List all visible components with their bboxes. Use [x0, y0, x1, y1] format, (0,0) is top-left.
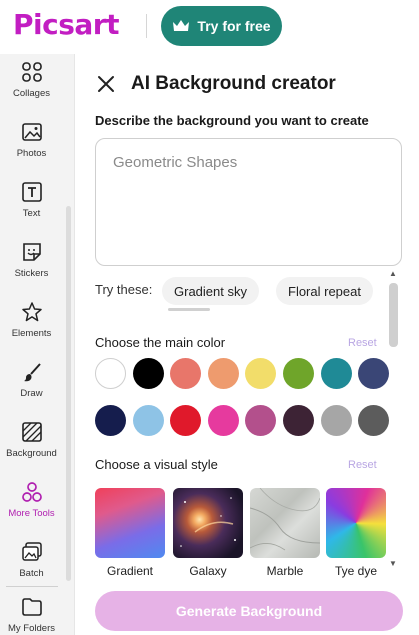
- color-swatch[interactable]: [95, 358, 126, 389]
- sidebar-divider: [6, 586, 58, 587]
- color-swatch[interactable]: [207, 405, 239, 436]
- color-swatch[interactable]: [132, 405, 164, 436]
- color-swatch[interactable]: [320, 405, 352, 436]
- color-swatch[interactable]: [170, 358, 202, 389]
- scroll-down-arrow[interactable]: ▼: [389, 559, 397, 568]
- sidebar-item-batch[interactable]: Batch: [0, 540, 63, 600]
- stickers-icon: [20, 240, 44, 264]
- draw-icon: [20, 360, 44, 384]
- sidebar: Collages Photos Text Stickers Elements D…: [0, 54, 75, 635]
- color-swatch[interactable]: [245, 405, 277, 436]
- folder-icon: [20, 595, 44, 619]
- chips-scrollbar[interactable]: [168, 308, 210, 311]
- collages-icon: [20, 60, 44, 84]
- color-swatch[interactable]: [358, 405, 390, 436]
- ai-background-panel: AI Background creator Describe the backg…: [76, 54, 419, 635]
- text-icon: [20, 180, 44, 204]
- elements-icon: [20, 300, 44, 324]
- sidebar-item-label: Stickers: [14, 268, 49, 279]
- header-divider: [146, 14, 147, 38]
- sidebar-item-label: Batch: [19, 568, 44, 579]
- photos-icon: [20, 120, 44, 144]
- suggestion-chip-gradient-sky[interactable]: Gradient sky: [162, 277, 259, 305]
- sidebar-item-background[interactable]: Background: [0, 420, 63, 480]
- style-label-tye-dye: Tye dye: [334, 564, 378, 578]
- style-card-marble[interactable]: [250, 488, 320, 558]
- color-swatch[interactable]: [358, 358, 390, 389]
- panel-scrollbar-thumb[interactable]: [389, 283, 398, 347]
- sidebar-item-photos[interactable]: Photos: [0, 120, 63, 180]
- style-section-label: Choose a visual style: [95, 457, 218, 472]
- sidebar-item-label: Elements: [11, 328, 52, 339]
- color-swatch[interactable]: [95, 405, 126, 436]
- color-swatch[interactable]: [170, 405, 202, 436]
- describe-label: Describe the background you want to crea…: [95, 113, 369, 128]
- marble-veins: [250, 488, 320, 551]
- background-icon: [20, 420, 44, 444]
- try-these-label: Try these:: [95, 282, 153, 297]
- sidebar-item-label: My Folders: [8, 623, 55, 634]
- sidebar-item-draw[interactable]: Draw: [0, 360, 63, 420]
- panel-title: AI Background creator: [131, 73, 336, 94]
- color-reset-link[interactable]: Reset: [348, 337, 377, 349]
- style-label-gradient: Gradient: [106, 564, 154, 578]
- sidebar-item-label: More Tools: [8, 508, 55, 519]
- color-swatch[interactable]: [245, 358, 277, 389]
- more-tools-icon: [20, 480, 44, 504]
- sidebar-item-collages[interactable]: Collages: [0, 60, 63, 120]
- try-for-free-button[interactable]: Try for free: [161, 6, 282, 46]
- sidebar-scrollbar[interactable]: [66, 206, 71, 581]
- sidebar-item-my-folders[interactable]: My Folders: [0, 595, 63, 635]
- color-swatch[interactable]: [132, 358, 164, 389]
- sidebar-item-elements[interactable]: Elements: [0, 300, 63, 360]
- picsart-logo[interactable]: Picsart: [13, 8, 119, 41]
- sidebar-item-more-tools[interactable]: More Tools: [0, 480, 63, 540]
- style-card-tye-dye[interactable]: [326, 488, 386, 558]
- prompt-input[interactable]: [95, 138, 402, 266]
- sidebar-item-label: Photos: [16, 148, 47, 159]
- color-section-label: Choose the main color: [95, 335, 226, 350]
- try-for-free-label: Try for free: [197, 18, 271, 34]
- sidebar-item-stickers[interactable]: Stickers: [0, 240, 63, 300]
- suggestion-chip-floral-repeat[interactable]: Floral repeat: [276, 277, 373, 305]
- color-swatch[interactable]: [283, 405, 314, 436]
- generate-background-button[interactable]: Generate Background: [95, 591, 403, 631]
- style-card-gradient[interactable]: [95, 488, 165, 558]
- scroll-up-arrow[interactable]: ▲: [389, 269, 397, 278]
- color-swatch[interactable]: [320, 358, 352, 389]
- style-reset-link[interactable]: Reset: [348, 459, 377, 471]
- sidebar-item-text[interactable]: Text: [0, 180, 63, 240]
- color-swatch[interactable]: [207, 358, 239, 389]
- sidebar-item-label: Collages: [13, 88, 50, 99]
- sidebar-item-label: Text: [22, 208, 41, 219]
- color-swatch[interactable]: [283, 358, 314, 389]
- style-label-marble: Marble: [266, 564, 304, 578]
- sidebar-item-label: Background: [6, 448, 57, 459]
- galaxy-sparkles: [180, 497, 236, 547]
- sidebar-item-label: Draw: [20, 388, 43, 399]
- close-icon[interactable]: [96, 74, 116, 94]
- crown-icon: [173, 20, 190, 31]
- style-card-galaxy[interactable]: [173, 488, 243, 558]
- batch-icon: [20, 540, 44, 564]
- style-label-galaxy: Galaxy: [189, 564, 227, 578]
- top-header: Picsart Try for free: [0, 0, 419, 54]
